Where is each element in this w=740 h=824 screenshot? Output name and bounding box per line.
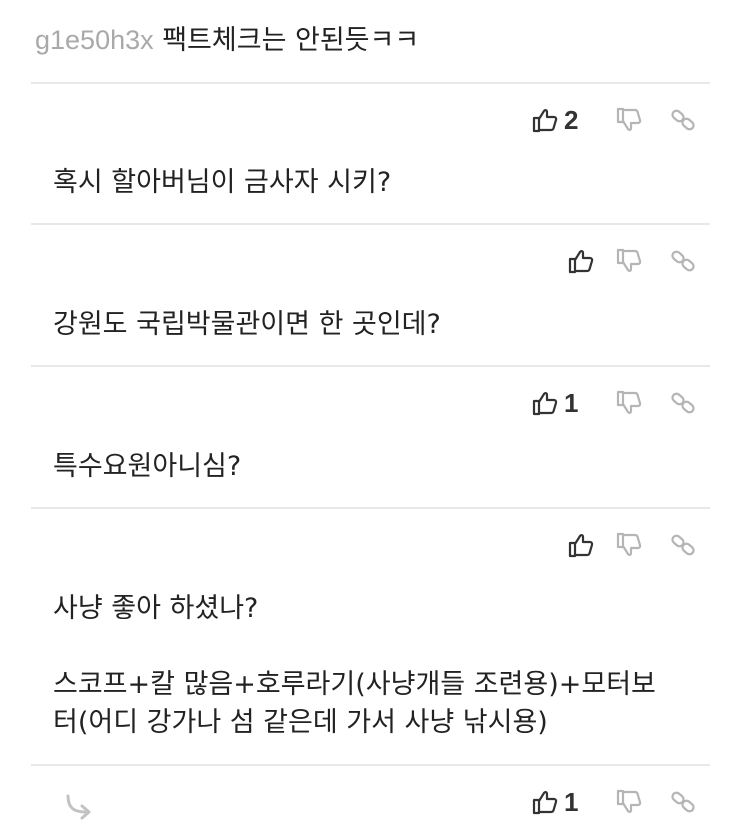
comment-text-line: 사냥 좋아 하셨나?	[53, 593, 259, 624]
dislike-button[interactable]	[602, 107, 656, 133]
like-button[interactable]: 1	[532, 787, 602, 818]
link-button[interactable]	[656, 789, 710, 815]
link-icon	[671, 534, 695, 556]
thumbs-down-icon	[616, 789, 642, 813]
thumbs-up-icon	[532, 109, 558, 133]
link-button[interactable]	[656, 248, 710, 274]
link-icon	[671, 109, 695, 131]
like-button[interactable]: 2	[532, 105, 602, 136]
like-button[interactable]	[532, 248, 602, 274]
top-comment: g1e50h3x 팩트체크는 안된듯ㅋㅋ	[35, 22, 419, 59]
comment-text-line: 터(어디 강가나 섬 같은데 가서 사냥 낚시용)	[53, 707, 548, 738]
dislike-button[interactable]	[602, 248, 656, 274]
dislike-button[interactable]	[602, 390, 656, 416]
thumbs-up-icon	[532, 392, 558, 416]
thumbs-down-icon	[616, 390, 642, 414]
dislike-button[interactable]	[602, 532, 656, 558]
link-button[interactable]	[656, 390, 710, 416]
like-count: 1	[564, 786, 579, 817]
divider	[31, 223, 710, 225]
divider	[31, 507, 710, 509]
reply-arrow-icon	[66, 794, 91, 820]
link-button[interactable]	[656, 532, 710, 558]
thumbs-up-icon	[568, 250, 594, 274]
like-count: 1	[564, 387, 579, 418]
link-icon	[671, 791, 695, 813]
link-button[interactable]	[656, 107, 710, 133]
thumbs-up-icon	[532, 791, 558, 815]
thumbs-up-icon	[568, 534, 594, 558]
thumbs-down-icon	[616, 248, 642, 272]
comment-username[interactable]: g1e50h3x	[35, 25, 154, 55]
divider	[31, 82, 710, 84]
thumbs-down-icon	[616, 532, 642, 556]
thumbs-down-icon	[616, 107, 642, 131]
like-button[interactable]	[532, 532, 602, 558]
divider	[31, 365, 710, 367]
comment-text: 혹시 할아버님이 금사자 시키?	[53, 167, 392, 198]
comment-text: 특수요원아니심?	[53, 451, 242, 482]
comment-text: 강원도 국립박물관이면 한 곳인데?	[53, 309, 441, 340]
dislike-button[interactable]	[602, 789, 656, 815]
like-count: 2	[564, 104, 579, 135]
divider	[31, 764, 710, 766]
link-icon	[671, 392, 695, 414]
link-icon	[671, 250, 695, 272]
comment-text: 팩트체크는 안된듯ㅋㅋ	[162, 25, 420, 56]
like-button[interactable]: 1	[532, 388, 602, 419]
comment-text-line: 스코프+칼 많음+호루라기(사냥개들 조련용)+모터보	[53, 669, 656, 700]
